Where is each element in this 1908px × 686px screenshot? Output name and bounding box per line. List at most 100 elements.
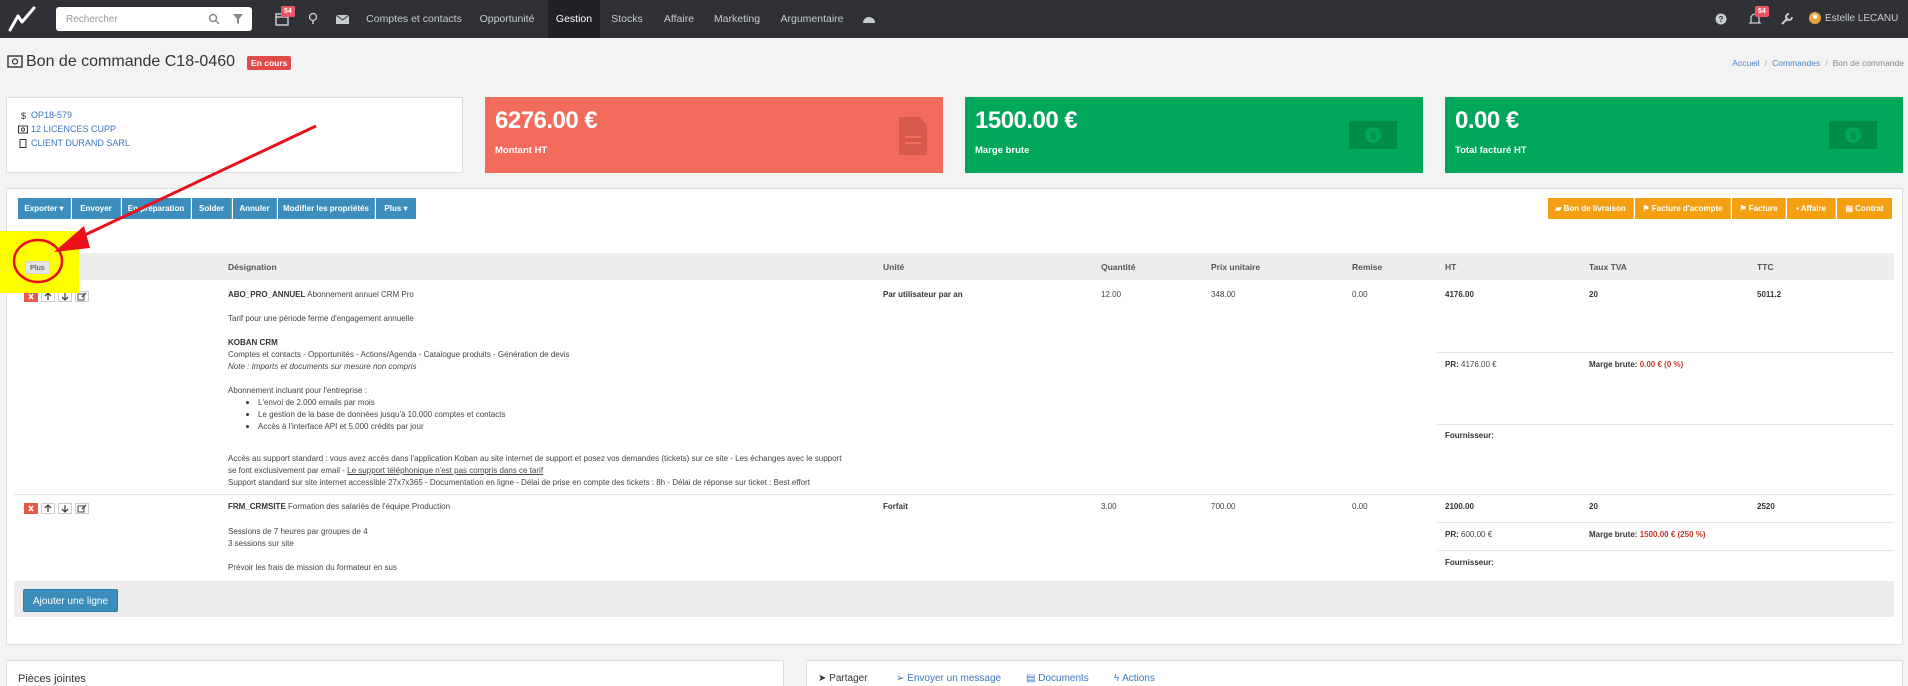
delivery-note-button[interactable]: ▰ Bon de livraison	[1548, 198, 1634, 219]
tab-partager[interactable]: ➤ Partager	[818, 673, 868, 684]
help-icon[interactable]: ?	[1712, 10, 1730, 28]
close-icon	[28, 505, 34, 512]
description-heading: KOBAN CRM	[228, 338, 278, 347]
koban-logo[interactable]	[4, 4, 38, 34]
nav-argumentaire[interactable]: Argumentaire	[770, 0, 854, 38]
breadcrumb: Accueil / Commandes / Bon de commande	[1732, 58, 1904, 68]
tab-actions[interactable]: ϟ Actions	[1114, 673, 1155, 684]
gross-margin: Marge brute: 1500.00 € (250 %)	[1589, 530, 1706, 539]
ht-value: 4176.00	[1445, 290, 1474, 299]
description-line: 3 sessions sur site	[228, 539, 294, 548]
deposit-invoice-button[interactable]: ⚑ Facture d'acompte	[1635, 198, 1731, 219]
deal-button[interactable]: ▪ Affaire	[1787, 198, 1836, 219]
description-line: Abonnement incluant pour l'entreprise :	[228, 386, 367, 395]
in-preparation-button[interactable]: En préparation	[122, 198, 191, 219]
plus-button[interactable]: Plus	[25, 261, 50, 274]
search-icon[interactable]	[208, 13, 220, 25]
nav-opportunite[interactable]: Opportunité	[472, 0, 542, 38]
breadcrumb-current: Bon de commande	[1832, 58, 1904, 68]
unit-value: Par utilisateur par an	[883, 290, 963, 299]
unit-price-value: 700.00	[1211, 502, 1236, 511]
description-bullet: Le gestion de la base de données jusqu'à…	[258, 410, 506, 419]
divider	[14, 494, 1894, 495]
envelope-icon[interactable]	[334, 10, 352, 28]
divider	[1437, 522, 1894, 523]
discount-value: 0.00	[1352, 502, 1368, 511]
quantity-value: 12.00	[1101, 290, 1122, 299]
flag-icon: ⚑	[1642, 204, 1652, 213]
product-link[interactable]: 12 LICENCES CUPP	[18, 124, 116, 134]
add-line-button[interactable]: Ajouter une ligne	[23, 589, 118, 612]
kpi-label: Total facturé HT	[1455, 145, 1527, 156]
more-dropdown-button[interactable]: Plus ▾	[376, 198, 416, 219]
purchase-price: PR: 600.00 €	[1445, 530, 1493, 539]
paper-plane-icon: ➢	[896, 673, 908, 684]
table-footer	[14, 581, 1894, 617]
supplier-label: Fournisseur:	[1445, 431, 1494, 440]
export-button[interactable]: Exporter ▾	[18, 198, 71, 219]
cancel-order-button[interactable]: Annuler	[233, 198, 277, 219]
purchase-price: PR: 4176.00 €	[1445, 360, 1497, 369]
client-link[interactable]: CLIENT DURAND SARL	[18, 138, 130, 149]
ttc-value: 2520	[1757, 502, 1775, 511]
money-icon: $	[1829, 121, 1877, 149]
product-designation: ABO_PRO_ANNUEL Abonnement annuel CRM Pro	[228, 290, 414, 299]
description-line: Tarif pour une période ferme d'engagemen…	[228, 314, 414, 323]
divider	[1437, 424, 1894, 425]
tab-envoyer-message[interactable]: ➢ Envoyer un message	[896, 673, 1001, 684]
col-unite: Unité	[883, 262, 905, 272]
filter-icon[interactable]	[232, 13, 244, 25]
unit-value: Forfait	[883, 502, 908, 511]
col-remise: Remise	[1352, 262, 1383, 272]
breadcrumb-separator: /	[1825, 58, 1828, 68]
svg-text:$: $	[1850, 130, 1856, 142]
svg-text:?: ?	[1719, 15, 1724, 24]
tab-documents[interactable]: ▤ Documents	[1026, 673, 1089, 684]
bullet-icon	[246, 413, 249, 416]
breadcrumb-commandes[interactable]: Commandes	[1772, 58, 1820, 68]
move-down-button[interactable]	[58, 503, 72, 514]
close-order-button[interactable]: Solder	[192, 198, 232, 219]
truck-icon: ▰	[1555, 204, 1564, 213]
dashboard-icon[interactable]	[860, 10, 878, 28]
supplier-label: Fournisseur:	[1445, 558, 1494, 567]
user-avatar-icon[interactable]	[1808, 11, 1822, 25]
description-line: se font exclusivement par email - Le sup…	[228, 466, 544, 475]
nav-marketing[interactable]: Marketing	[710, 0, 764, 38]
page-header: Bon de commande C18-0460 En cours Accuei…	[0, 38, 1908, 86]
nav-stocks[interactable]: Stocks	[606, 0, 648, 38]
bolt-icon: ϟ	[1114, 673, 1123, 684]
wrench-icon[interactable]	[1778, 10, 1796, 28]
notification-badge: 54	[1755, 6, 1769, 17]
divider	[1437, 550, 1894, 551]
close-icon	[28, 293, 34, 300]
attachments-panel: Pièces jointes	[6, 660, 784, 686]
breadcrumb-accueil[interactable]: Accueil	[1732, 58, 1759, 68]
col-ttc: TTC	[1757, 262, 1774, 272]
nav-gestion[interactable]: Gestion	[548, 0, 600, 38]
bullet-icon	[246, 401, 249, 404]
search-input[interactable]	[56, 7, 196, 31]
description-bullet: L'envoi de 2.000 emails par mois	[258, 398, 375, 407]
edit-line-button[interactable]	[75, 503, 89, 514]
nav-comptes-contacts[interactable]: Comptes et contacts	[362, 0, 466, 38]
user-name[interactable]: Estelle LECANU	[1825, 0, 1898, 38]
money-icon: $	[1349, 121, 1397, 149]
opportunity-link[interactable]: $ OP18-579	[18, 110, 72, 120]
building-icon	[19, 139, 27, 149]
contract-button[interactable]: ▤ Contrat	[1837, 198, 1892, 219]
move-up-button[interactable]	[41, 503, 55, 514]
vat-value: 20	[1589, 502, 1598, 511]
send-button[interactable]: Envoyer	[72, 198, 121, 219]
edit-properties-button[interactable]: Modifier les propriétés	[278, 198, 375, 219]
flag-icon: ⚑	[1739, 204, 1749, 213]
description-line: Sessions de 7 heures par groupes de 4	[228, 527, 368, 536]
svg-text:$: $	[1370, 130, 1376, 142]
col-taux-tva: Taux TVA	[1589, 262, 1627, 272]
document-icon	[899, 117, 927, 155]
nav-affaire[interactable]: Affaire	[654, 0, 704, 38]
lightbulb-icon[interactable]	[304, 10, 322, 28]
kpi-value: 1500.00 €	[975, 107, 1078, 134]
invoice-button[interactable]: ⚑ Facture	[1732, 198, 1786, 219]
delete-line-button[interactable]	[24, 503, 38, 514]
